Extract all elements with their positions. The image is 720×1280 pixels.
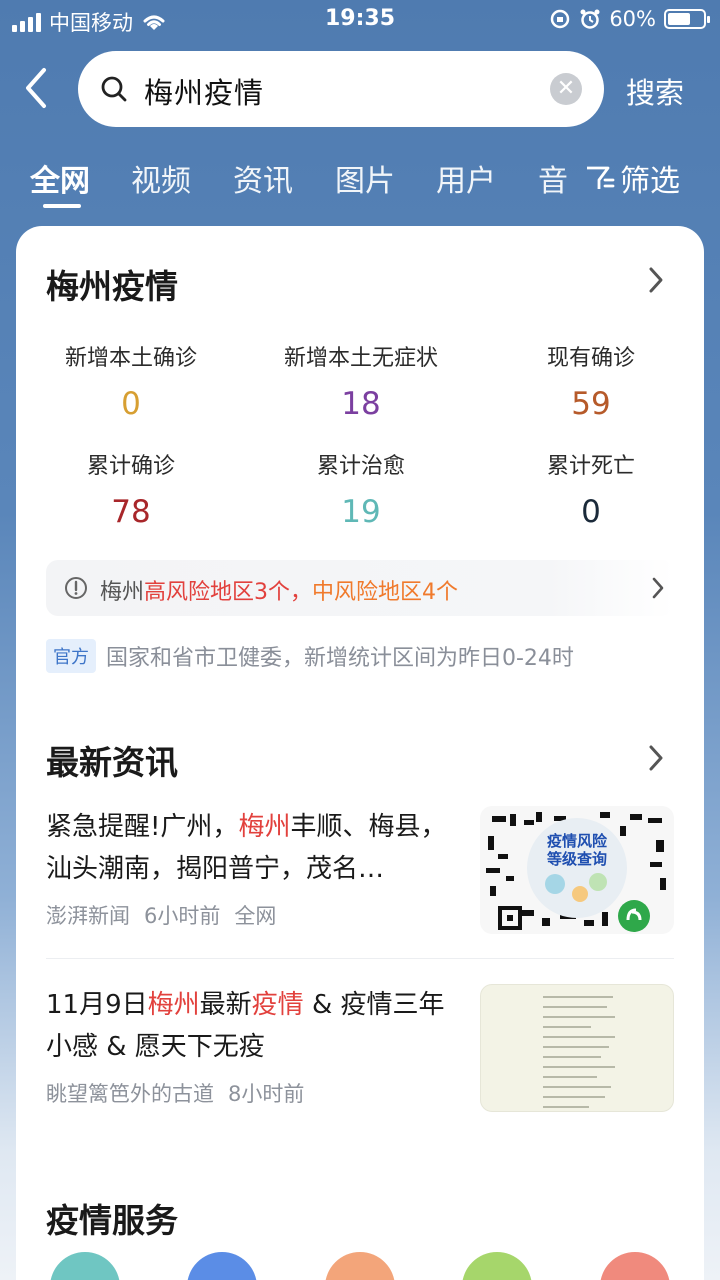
mid-risk-count: 中风险地区4个 <box>312 580 459 605</box>
news-title: 11月9日梅州最新疫情 & 疫情三年小感 & 愿天下无疫 <box>46 984 456 1068</box>
stat-new-local-confirmed[interactable]: 新增本土确诊 0 <box>16 340 246 422</box>
news-time: 6小时前 <box>144 904 221 928</box>
stat-value: 78 <box>111 494 151 530</box>
news-item[interactable]: 紧急提醒!广州，梅州丰顺、梅县，汕头潮南，揭阳普宁，茂名… 澎湃新闻 6小时前 全网 <box>46 806 674 936</box>
service-icon[interactable] <box>50 1252 120 1280</box>
epidemic-title[interactable]: 梅州疫情 <box>46 260 178 308</box>
risk-area-alert[interactable]: 梅州高风险地区3个，中风险地区4个 <box>46 560 674 616</box>
service-icon[interactable] <box>187 1252 257 1280</box>
tab-users[interactable]: 用户 <box>436 156 496 200</box>
qr-caption-2: 等级查询 <box>547 850 607 868</box>
news-title-highlight: 梅州 <box>238 812 291 842</box>
status-right: 60% <box>549 7 710 31</box>
news-thumbnail-document <box>480 984 674 1112</box>
filter-button[interactable]: 筛选 <box>584 156 680 200</box>
search-input[interactable]: 梅州疫情 <box>144 70 264 112</box>
tab-news[interactable]: 资讯 <box>233 156 293 200</box>
tab-video[interactable]: 视频 <box>131 156 191 200</box>
chevron-left-icon <box>26 68 46 108</box>
battery-percent: 60% <box>609 7 656 31</box>
stat-current-confirmed[interactable]: 现有确诊 59 <box>476 340 706 422</box>
battery-icon <box>664 9 710 29</box>
news-time: 8小时前 <box>228 1082 305 1106</box>
tab-images[interactable]: 图片 <box>335 156 395 200</box>
chevron-right-icon[interactable] <box>646 266 666 294</box>
qr-code-image: 疫情风险 等级查询 <box>480 806 674 934</box>
qr-caption-1: 疫情风险 <box>547 832 608 850</box>
stat-value: 0 <box>581 494 601 530</box>
status-bar: 中国移动 19:35 60% <box>0 0 720 40</box>
service-icon[interactable] <box>462 1252 532 1280</box>
back-button[interactable] <box>22 66 62 110</box>
service-icon[interactable] <box>325 1252 395 1280</box>
news-title: 紧急提醒!广州，梅州丰顺、梅县，汕头潮南，揭阳普宁，茂名… <box>46 806 456 890</box>
tab-music[interactable]: 音 <box>538 156 568 200</box>
chevron-right-icon <box>652 577 664 599</box>
stat-value: 19 <box>341 494 381 530</box>
news-title-highlight: 梅州 <box>147 990 200 1020</box>
stat-label: 新增本土无症状 <box>283 346 438 371</box>
orientation-lock-icon <box>551 9 570 29</box>
stat-label: 累计确诊 <box>86 454 175 479</box>
services-section-title[interactable]: 疫情服务 <box>46 1194 178 1242</box>
news-thumbnail-qr: 疫情风险 等级查询 <box>480 806 674 934</box>
news-section-title[interactable]: 最新资讯 <box>46 736 178 784</box>
tab-all[interactable]: 全网 <box>30 156 90 200</box>
search-button[interactable]: 搜索 <box>626 70 684 112</box>
clear-button[interactable]: ✕ <box>550 73 582 105</box>
stat-label: 新增本土确诊 <box>64 346 197 371</box>
stat-new-local-asymptomatic[interactable]: 新增本土无症状 18 <box>246 340 476 422</box>
news-source: 澎湃新闻 <box>46 904 130 928</box>
stat-label: 累计治愈 <box>316 454 405 479</box>
info-icon <box>65 577 87 599</box>
document-image <box>543 996 615 1108</box>
close-icon: ✕ <box>556 76 576 101</box>
chevron-right-icon[interactable] <box>646 744 666 772</box>
filter-icon <box>587 166 615 189</box>
service-icon[interactable] <box>600 1252 670 1280</box>
search-icon <box>101 76 127 102</box>
stat-label: 累计死亡 <box>546 454 635 479</box>
news-title-part: 11月9日 <box>46 990 148 1020</box>
stat-total-confirmed[interactable]: 累计确诊 78 <box>16 448 246 530</box>
alert-prefix: 梅州 <box>100 580 145 605</box>
news-title-highlight: 疫情 <box>251 990 304 1020</box>
results-card: 梅州疫情 新增本土确诊 0 新增本土无症状 18 现有确诊 59 累计确诊 78… <box>16 226 704 1280</box>
alarm-icon <box>580 9 600 29</box>
stat-label: 现有确诊 <box>546 346 635 371</box>
official-badge: 官方 <box>46 639 96 673</box>
source-text: 国家和省市卫健委，新增统计区间为昨日0-24时 <box>106 646 574 671</box>
news-title-part: 最新 <box>199 990 252 1020</box>
stat-value: 59 <box>571 386 611 422</box>
news-title-part: 紧急提醒!广州， <box>46 812 239 842</box>
stat-total-cured[interactable]: 累计治愈 19 <box>246 448 476 530</box>
active-tab-indicator <box>43 204 81 208</box>
stat-value: 18 <box>341 386 381 422</box>
news-source: 眺望篱笆外的古道 <box>46 1082 214 1106</box>
high-risk-count: 高风险地区3个， <box>144 580 313 605</box>
search-box[interactable]: 梅州疫情 ✕ <box>78 51 604 127</box>
news-item[interactable]: 11月9日梅州最新疫情 & 疫情三年小感 & 愿天下无疫 眺望篱笆外的古道 8小时… <box>46 984 674 1114</box>
alert-text: 梅州高风险地区3个，中风险地区4个 <box>100 574 458 606</box>
filter-label: 筛选 <box>620 164 680 199</box>
stat-value: 0 <box>121 386 141 422</box>
stat-total-deaths[interactable]: 累计死亡 0 <box>476 448 706 530</box>
divider <box>46 958 674 959</box>
data-source-row: 官方 国家和省市卫健委，新增统计区间为昨日0-24时 <box>46 639 574 673</box>
news-scope: 全网 <box>234 904 277 928</box>
